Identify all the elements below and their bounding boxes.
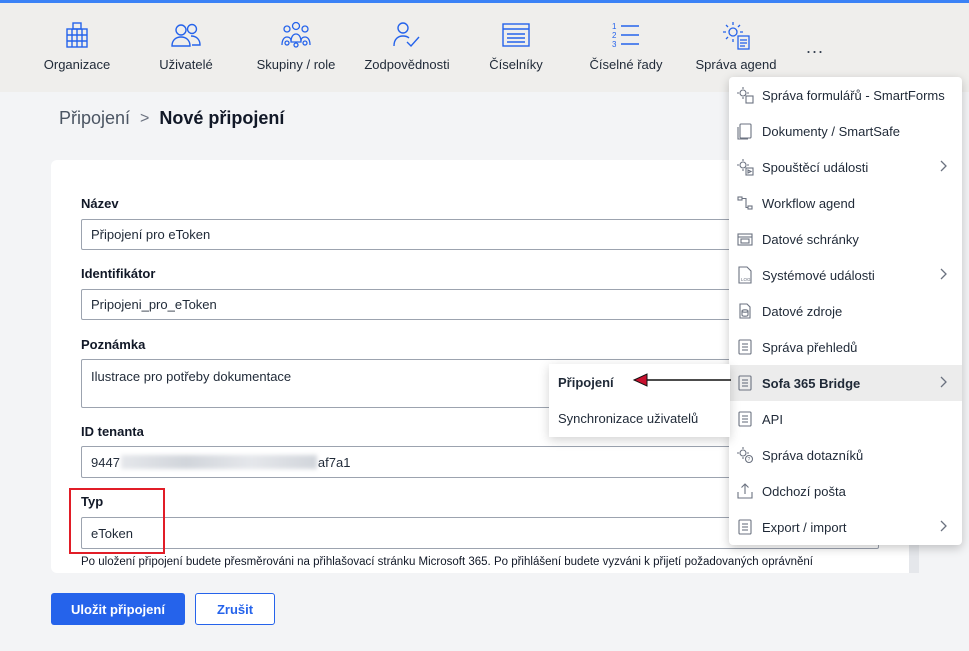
cancel-button[interactable]: Zrušit: [195, 593, 275, 625]
documents-icon: [736, 122, 754, 140]
menu-item-label: Workflow agend: [762, 195, 855, 211]
users-icon: [153, 19, 219, 51]
svg-text:LOG: LOG: [741, 277, 751, 282]
export-import-icon: [736, 518, 754, 536]
menu-item-label: Export / import: [762, 519, 847, 535]
agenda-dropdown-menu: Správa formulářů - SmartForms Dokumenty …: [729, 77, 962, 545]
menu-item-label: Datové schránky: [762, 231, 859, 247]
breadcrumb: Připojení > Nové připojení: [59, 108, 284, 129]
chevron-right-icon: [940, 520, 947, 532]
user-check-icon: [361, 19, 453, 51]
api-icon: [736, 410, 754, 428]
name-label: Název: [81, 196, 119, 211]
submenu-item-synchronizace[interactable]: Synchronizace uživatelů: [549, 400, 730, 436]
chevron-right-icon: [940, 160, 947, 172]
bridge-icon: [736, 374, 754, 392]
menu-item-datove-schranky[interactable]: Datové schránky: [729, 221, 962, 257]
annotation-arrow-icon: [632, 373, 731, 387]
gear-play-icon: [736, 158, 754, 176]
menu-item-label: Spouštěcí události: [762, 159, 869, 175]
page-title: Nové připojení: [159, 108, 285, 128]
note-label: Poznámka: [81, 337, 146, 352]
outgoing-mail-icon: [736, 482, 754, 500]
svg-text:2: 2: [612, 31, 617, 40]
toolbar-label: Organizace: [43, 57, 111, 72]
menu-item-dokumenty[interactable]: Dokumenty / SmartSafe: [729, 113, 962, 149]
workflow-icon: [736, 194, 754, 212]
toolbar-organizace[interactable]: Organizace: [42, 19, 112, 72]
menu-item-sprava-prehledu[interactable]: Správa přehledů: [729, 329, 962, 365]
groups-icon: [254, 19, 338, 51]
tenant-id-suffix: af7a1: [317, 454, 351, 470]
menu-item-odchozi-posta[interactable]: Odchozí pošta: [729, 473, 962, 509]
menu-item-export-import[interactable]: Export / import: [729, 509, 962, 545]
breadcrumb-parent-link[interactable]: Připojení: [59, 108, 130, 129]
toolbar-ciselniky[interactable]: Číselníky: [487, 19, 545, 72]
tenant-id-redacted: [120, 455, 317, 469]
tenant-label: ID tenanta: [81, 424, 144, 439]
data-source-icon: [736, 302, 754, 320]
toolbar-ciselne-rady[interactable]: 1 2 3 Číselné řady: [588, 19, 664, 72]
toolbar-uzivatele[interactable]: Uživatelé: [153, 19, 219, 72]
numbered-list-icon: 1 2 3: [588, 19, 664, 51]
svg-text:1: 1: [612, 22, 617, 31]
menu-item-label: Správa přehledů: [762, 339, 858, 355]
menu-item-label: Datové zdroje: [762, 303, 843, 319]
menu-item-workflow[interactable]: Workflow agend: [729, 185, 962, 221]
toolbar-label: Číselníky: [489, 57, 543, 72]
building-icon: [42, 19, 112, 51]
tenant-id-prefix: 9447: [91, 454, 120, 470]
menu-item-label: Správa formulářů - SmartForms: [762, 87, 945, 103]
menu-item-label: Odchozí pošta: [762, 483, 846, 499]
menu-item-systemove-udalosti[interactable]: LOG Systémové události: [729, 257, 962, 293]
questionnaire-icon: ?: [736, 446, 754, 464]
mailbox-icon: [736, 230, 754, 248]
menu-item-spousteci-udalosti[interactable]: Spouštěcí události: [729, 149, 962, 185]
breadcrumb-separator: >: [140, 109, 150, 127]
menu-item-label: Systémové události: [762, 267, 875, 283]
toolbar-sprava-agend[interactable]: Správa agend: [694, 19, 778, 72]
type-highlight-box: [69, 488, 165, 554]
menu-item-smartforms[interactable]: Správa formulářů - SmartForms: [729, 77, 962, 113]
menu-item-label: Správa dotazníků: [762, 447, 864, 463]
report-icon: [736, 338, 754, 356]
more-menu-button[interactable]: ...: [806, 37, 824, 58]
toolbar-label: Správa agend: [695, 57, 777, 72]
menu-item-label: API: [762, 411, 783, 427]
toolbar-label: Zodpovědnosti: [364, 57, 450, 72]
menu-item-sofa-365-bridge[interactable]: Sofa 365 Bridge: [729, 365, 962, 401]
chevron-right-icon: [940, 268, 947, 280]
toolbar-label: Skupiny / role: [256, 57, 336, 72]
toolbar-zodpovednosti[interactable]: Zodpovědnosti: [361, 19, 453, 72]
toolbar-label: Uživatelé: [159, 57, 213, 72]
redirect-hint-text: Po uložení připojení budete přesměrováni…: [81, 556, 813, 568]
svg-text:3: 3: [612, 40, 617, 49]
menu-item-label: Sofa 365 Bridge: [762, 375, 861, 391]
log-file-icon: LOG: [736, 266, 754, 284]
menu-item-label: Dokumenty / SmartSafe: [762, 123, 900, 139]
gear-form-icon: [736, 86, 754, 104]
identifier-label: Identifikátor: [81, 266, 156, 281]
menu-item-api[interactable]: API: [729, 401, 962, 437]
menu-item-datove-zdroje[interactable]: Datové zdroje: [729, 293, 962, 329]
toolbar-skupiny[interactable]: Skupiny / role: [254, 19, 338, 72]
save-connection-button[interactable]: Uložit připojení: [51, 593, 185, 625]
menu-item-sprava-dotazniku[interactable]: ? Správa dotazníků: [729, 437, 962, 473]
svg-text:?: ?: [748, 457, 751, 463]
gear-document-icon: [694, 19, 778, 51]
toolbar-label: Číselné řady: [589, 57, 663, 72]
chevron-right-icon: [940, 376, 947, 388]
list-window-icon: [487, 19, 545, 51]
